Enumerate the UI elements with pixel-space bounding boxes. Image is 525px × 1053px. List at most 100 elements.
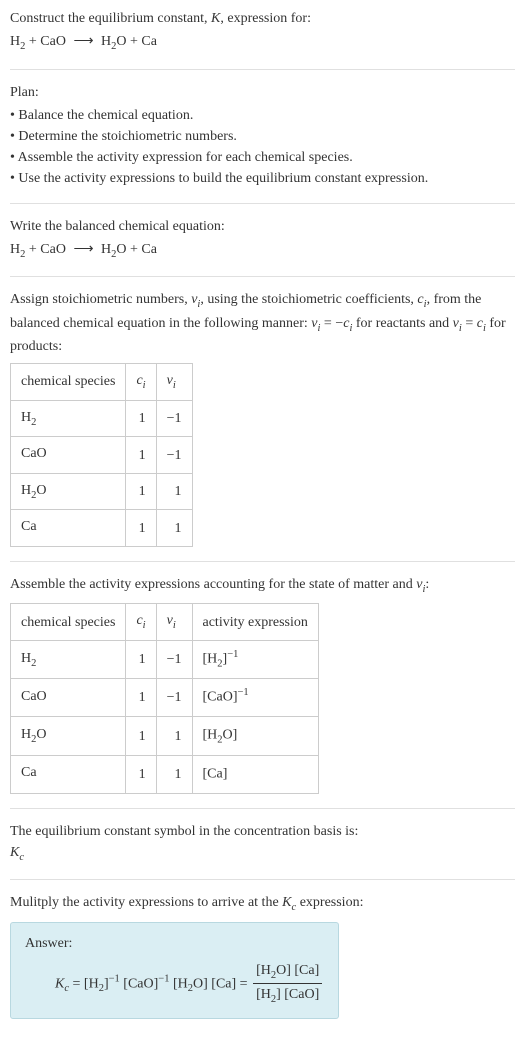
intro-line1a: Construct the equilibrium constant, [10,11,211,26]
intro-text: Construct the equilibrium constant, K, e… [10,8,515,29]
eq-h2o-b: O + Ca [116,34,157,49]
answer-fraction: [H2O] [Ca][H2] [CaO] [253,960,322,1008]
cell-species: H2O [11,717,126,755]
th-activity: activity expression [192,604,318,641]
beq-plus: + CaO [25,242,69,257]
sp-b: O [36,483,46,498]
kc-c: c [19,852,24,863]
th-vi-i: i [173,380,176,391]
frac-numerator: [H2O] [Ca] [253,960,322,985]
ex-a: [Ca] [203,766,228,781]
ai-b: : [425,577,429,592]
ex-a: [CaO] [203,690,238,705]
stoich-paragraph: Assign stoichiometric numbers, νi, using… [10,289,515,357]
table-row: Ca 1 1 [11,510,193,547]
sp-a: H [21,651,31,666]
table-row: H2 1 −1 [11,400,193,437]
plan-title: Plan: [10,82,515,103]
sp-a: Ca [21,765,37,780]
th-vi: νi [156,364,192,401]
cell-ci: 1 [126,473,156,510]
plan-b4: • Use the activity expressions to build … [10,168,515,189]
cell-vi: 1 [156,755,192,793]
cell-vi: −1 [156,437,192,474]
cell-ci: 1 [126,437,156,474]
plan-b1: • Balance the chemical equation. [10,105,515,126]
kc-symbol: Kc [10,842,515,866]
eq-plus: + CaO [25,34,69,49]
sp-a: H [21,483,31,498]
th-vi-i: i [173,620,176,631]
cell-ci: 1 [126,679,156,717]
frac-denominator: [H2] [CaO] [253,984,322,1008]
th-ci: ci [126,364,156,401]
ml-a: Mulitply the activity expressions to arr… [10,895,282,910]
ex-sup: −1 [227,649,238,660]
cell-ci: 1 [126,755,156,793]
balanced-section: Write the balanced chemical equation: H2… [10,216,515,278]
sp-a: H [21,410,31,425]
ex-sup: −1 [238,687,249,698]
sp-a: Ca [21,519,37,534]
sp1d: for reactants and [352,316,452,331]
eq-h2o-a: H [98,34,112,49]
cell-species: CaO [11,679,126,717]
sp-a: H [21,727,31,742]
kc-line1: The equilibrium constant symbol in the c… [10,821,515,842]
cell-ci: 1 [126,717,156,755]
intro-line1b: , expression for: [220,11,311,26]
cell-species: Ca [11,510,126,547]
cell-species: CaO [11,437,126,474]
balanced-line: Write the balanced chemical equation: [10,216,515,237]
cell-activity: [H2]−1 [192,641,318,679]
table-row: H2O 1 1 [H2O] [11,717,319,755]
table-row: H2 1 −1 [H2]−1 [11,641,319,679]
th-ci-i: i [143,620,146,631]
cell-vi: 1 [156,717,192,755]
den-a: [H [256,987,271,1002]
sp-sub: 2 [31,417,36,428]
th-ci-i: i [143,380,146,391]
ans-K: K [55,976,64,991]
cell-activity: [Ca] [192,755,318,793]
cell-ci: 1 [126,400,156,437]
answer-label: Answer: [25,933,324,954]
ex-a: [H [203,728,218,743]
cell-vi: 1 [156,473,192,510]
ans-t3a: [H [169,976,187,991]
cell-vi: −1 [156,679,192,717]
th-species: chemical species [11,364,126,401]
stoich-section: Assign stoichiometric numbers, νi, using… [10,289,515,562]
table-row: H2O 1 1 [11,473,193,510]
plan-b2: • Determine the stoichiometric numbers. [10,126,515,147]
ans-t3b: O] [193,976,208,991]
num-a: [H [256,963,271,978]
ans-t4: [Ca] = [208,976,251,991]
eq-h2: H [10,34,20,49]
balanced-equation: H2 + CaO ⟶ H2O + Ca [10,239,515,263]
table-header-row: chemical species ci νi activity expressi… [11,604,319,641]
th-species: chemical species [11,604,126,641]
ans-t2sup: −1 [158,974,169,985]
ans-t1a: [H [84,976,99,991]
arrow-icon: ⟶ [73,31,93,52]
sp-b: O [36,727,46,742]
intro-K: K [211,11,220,26]
table-header-row: chemical species ci νi [11,364,193,401]
beq-h2: H [10,242,20,257]
stoich-table: chemical species ci νi H2 1 −1 CaO 1 −1 … [10,363,193,547]
ml-b: expression: [296,895,363,910]
cell-species: Ca [11,755,126,793]
multiply-section: Mulitply the activity expressions to arr… [10,892,515,1033]
cell-species: H2 [11,641,126,679]
beq-h2o-a: H [98,242,112,257]
activity-intro: Assemble the activity expressions accoun… [10,574,515,598]
sp-sub: 2 [31,658,36,669]
sp-eq1: = [320,316,335,331]
ans-eq: = [69,976,84,991]
cell-activity: [H2O] [192,717,318,755]
cell-ci: 1 [126,641,156,679]
activity-table: chemical species ci νi activity expressi… [10,603,319,793]
plan-section: Plan: • Balance the chemical equation. •… [10,82,515,204]
beq-h2o-b: O + Ca [116,242,157,257]
